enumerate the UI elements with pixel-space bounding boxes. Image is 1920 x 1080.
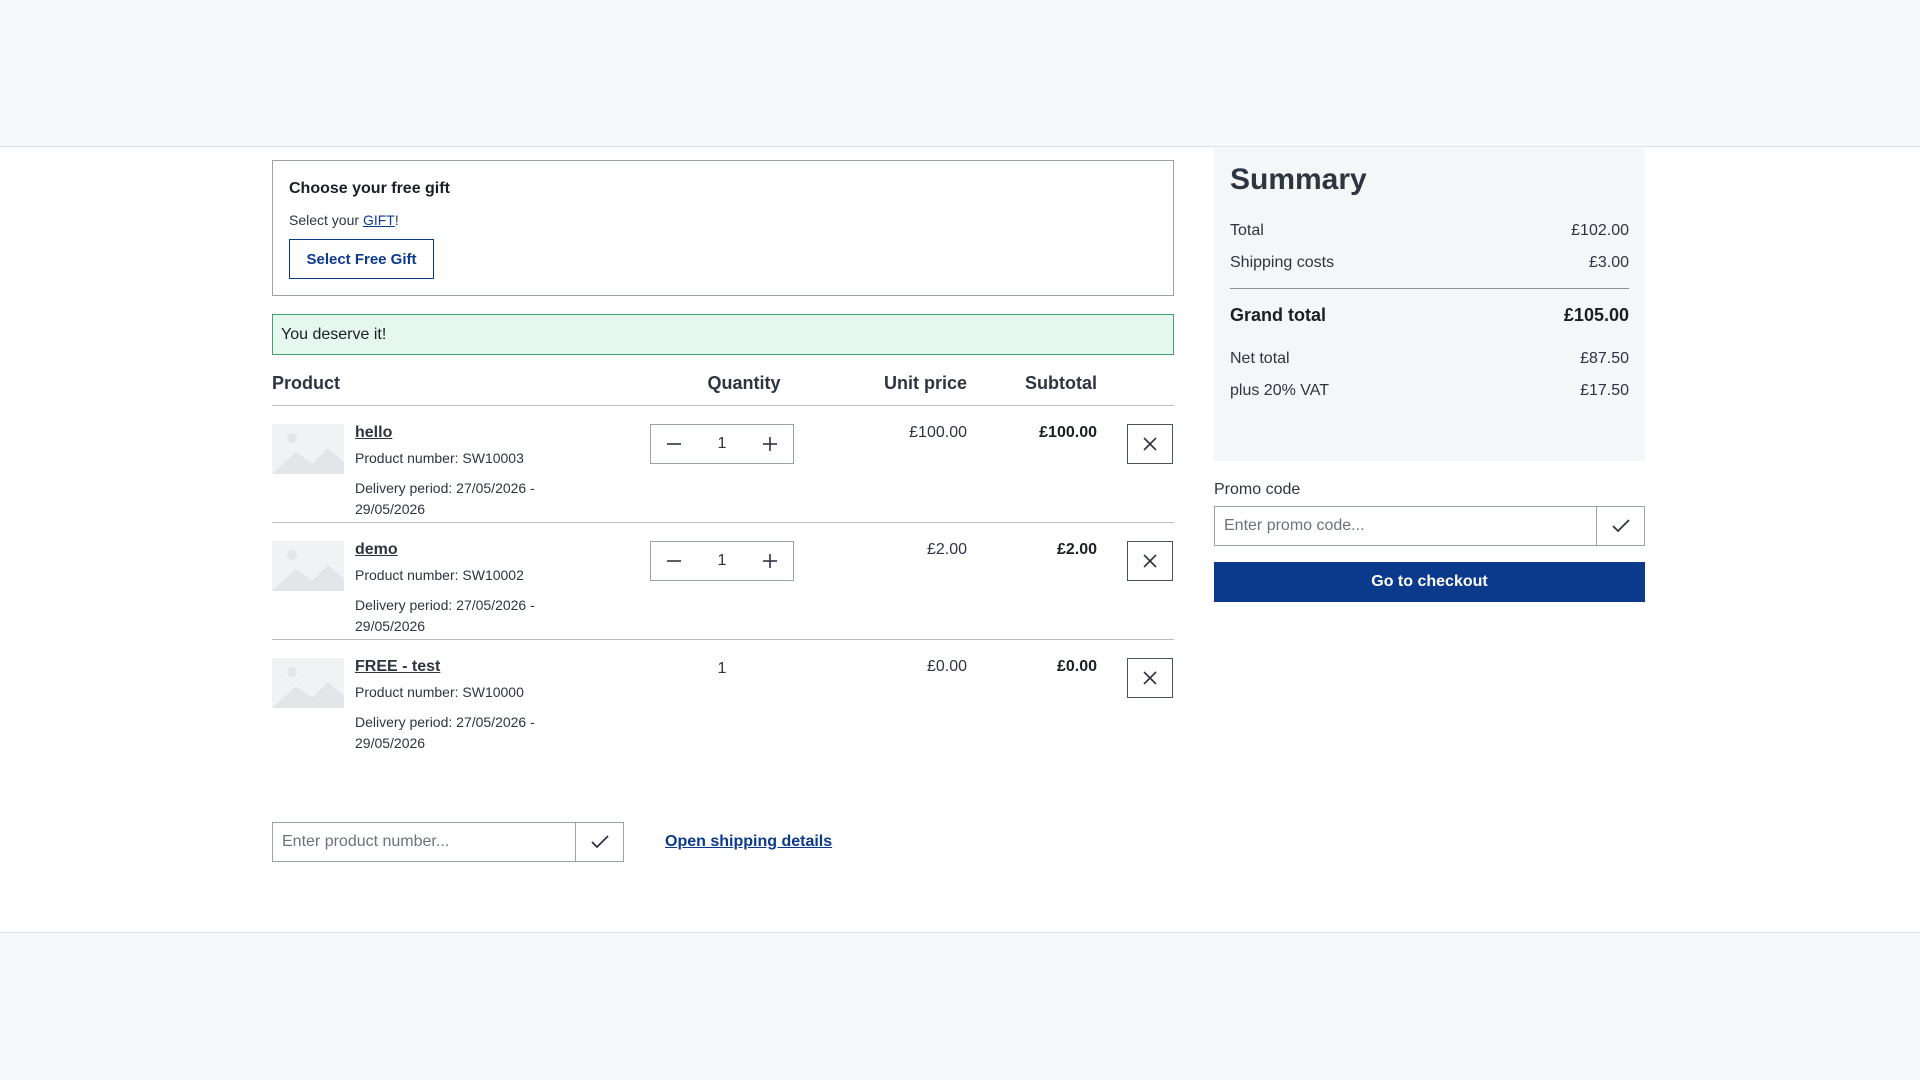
- delivery-period: Delivery period: 27/05/2026 - 29/05/2026: [355, 480, 535, 517]
- quantity-value[interactable]: 1: [697, 435, 747, 453]
- summary-title: Summary: [1230, 163, 1367, 196]
- product-image-placeholder-icon[interactable]: [272, 424, 344, 474]
- cart-line-item: FREE - test Product number: SW10000 Deli…: [272, 640, 1174, 757]
- remove-item-button[interactable]: [1127, 541, 1173, 581]
- add-product-submit-button[interactable]: [575, 822, 624, 862]
- go-to-checkout-button[interactable]: Go to checkout: [1214, 562, 1645, 602]
- cart-table-header: Product Quantity Unit price Subtotal: [272, 360, 1174, 406]
- promo-code-submit-button[interactable]: [1596, 506, 1645, 546]
- summary-net-total-label: Net total: [1230, 350, 1290, 367]
- summary-total-value: £102.00: [1571, 222, 1629, 239]
- summary-vat-value: £17.50: [1580, 382, 1629, 399]
- free-gift-subtitle-suffix: !: [394, 212, 399, 228]
- product-image-placeholder-icon[interactable]: [272, 541, 344, 591]
- minus-icon[interactable]: [651, 542, 697, 580]
- product-number-input[interactable]: [272, 822, 575, 862]
- promo-code-form: [1214, 506, 1645, 546]
- success-alert-text: You deserve it!: [281, 325, 387, 343]
- cart-line-item: demo Product number: SW10002 Delivery pe…: [272, 523, 1174, 640]
- summary-shipping-label: Shipping costs: [1230, 254, 1335, 271]
- quantity-value[interactable]: 1: [697, 552, 747, 570]
- close-icon: [1143, 437, 1157, 451]
- column-header-product: Product: [272, 373, 341, 393]
- product-number: Product number: SW10000: [355, 684, 524, 700]
- summary-grand-total-label: Grand total: [1230, 305, 1327, 325]
- summary-net-total-value: £87.50: [1580, 350, 1629, 367]
- column-header-unit-price: Unit price: [883, 373, 967, 393]
- summary-divider: [1230, 288, 1629, 289]
- product-number: Product number: SW10002: [355, 567, 524, 583]
- gift-link[interactable]: GIFT: [363, 212, 395, 228]
- remove-item-button[interactable]: [1127, 424, 1173, 464]
- unit-price: £2.00: [926, 541, 967, 558]
- column-header-subtotal: Subtotal: [1025, 373, 1097, 393]
- add-product-by-number-form: [272, 822, 624, 862]
- checkmark-icon: [1611, 519, 1630, 533]
- minus-icon[interactable]: [651, 425, 697, 463]
- select-free-gift-button[interactable]: Select Free Gift: [289, 239, 434, 279]
- quantity-stepper: 1: [650, 424, 794, 464]
- summary-vat-label: plus 20% VAT: [1230, 382, 1330, 399]
- summary-shipping-row: Shipping costs £3.00: [1230, 254, 1629, 272]
- plus-icon[interactable]: [747, 542, 793, 580]
- cart-line-item: hello Product number: SW10003 Delivery p…: [272, 406, 1174, 523]
- product-name-link[interactable]: hello: [355, 424, 392, 442]
- product-image-placeholder-icon[interactable]: [272, 658, 344, 708]
- unit-price: £0.00: [926, 658, 967, 675]
- remove-item-button[interactable]: [1127, 658, 1173, 698]
- promo-code-label: Promo code: [1214, 481, 1301, 498]
- free-gift-title: Choose your free gift: [289, 180, 450, 197]
- summary-shipping-value: £3.00: [1588, 254, 1629, 271]
- quantity-stepper: 1: [650, 541, 794, 581]
- page-header-area: [0, 0, 1920, 147]
- summary-grand-total-row: Grand total £105.00: [1230, 305, 1629, 326]
- checkmark-icon: [590, 835, 609, 849]
- summary-vat-row: plus 20% VAT £17.50: [1230, 382, 1629, 400]
- quantity-value: 1: [717, 660, 727, 677]
- summary-net-total-row: Net total £87.50: [1230, 350, 1629, 368]
- product-name-link[interactable]: FREE - test: [355, 658, 440, 676]
- line-subtotal: £100.00: [1039, 424, 1097, 441]
- close-icon: [1143, 671, 1157, 685]
- free-gift-panel: Choose your free gift Select your GIFT! …: [272, 160, 1174, 296]
- promo-code-input[interactable]: [1214, 506, 1596, 546]
- product-name-link[interactable]: demo: [355, 541, 398, 559]
- plus-icon[interactable]: [747, 425, 793, 463]
- line-subtotal: £0.00: [1056, 658, 1097, 675]
- page-footer-area: [0, 934, 1920, 1080]
- summary-total-row: Total £102.00: [1230, 222, 1629, 240]
- delivery-period: Delivery period: 27/05/2026 - 29/05/2026: [355, 597, 535, 634]
- success-alert: You deserve it!: [272, 314, 1174, 355]
- free-gift-subtitle-prefix: Select your: [289, 212, 363, 228]
- delivery-period: Delivery period: 27/05/2026 - 29/05/2026: [355, 714, 535, 751]
- column-header-quantity: Quantity: [707, 373, 781, 393]
- unit-price: £100.00: [909, 424, 967, 441]
- open-shipping-details-link[interactable]: Open shipping details: [665, 833, 832, 851]
- line-subtotal: £2.00: [1056, 541, 1097, 558]
- summary-total-label: Total: [1230, 222, 1264, 239]
- close-icon: [1143, 554, 1157, 568]
- summary-grand-total-value: £105.00: [1563, 305, 1629, 325]
- free-gift-subtitle: Select your GIFT!: [289, 212, 399, 228]
- product-number: Product number: SW10003: [355, 450, 524, 466]
- order-summary: Summary Total £102.00 Shipping costs £3.…: [1214, 148, 1645, 461]
